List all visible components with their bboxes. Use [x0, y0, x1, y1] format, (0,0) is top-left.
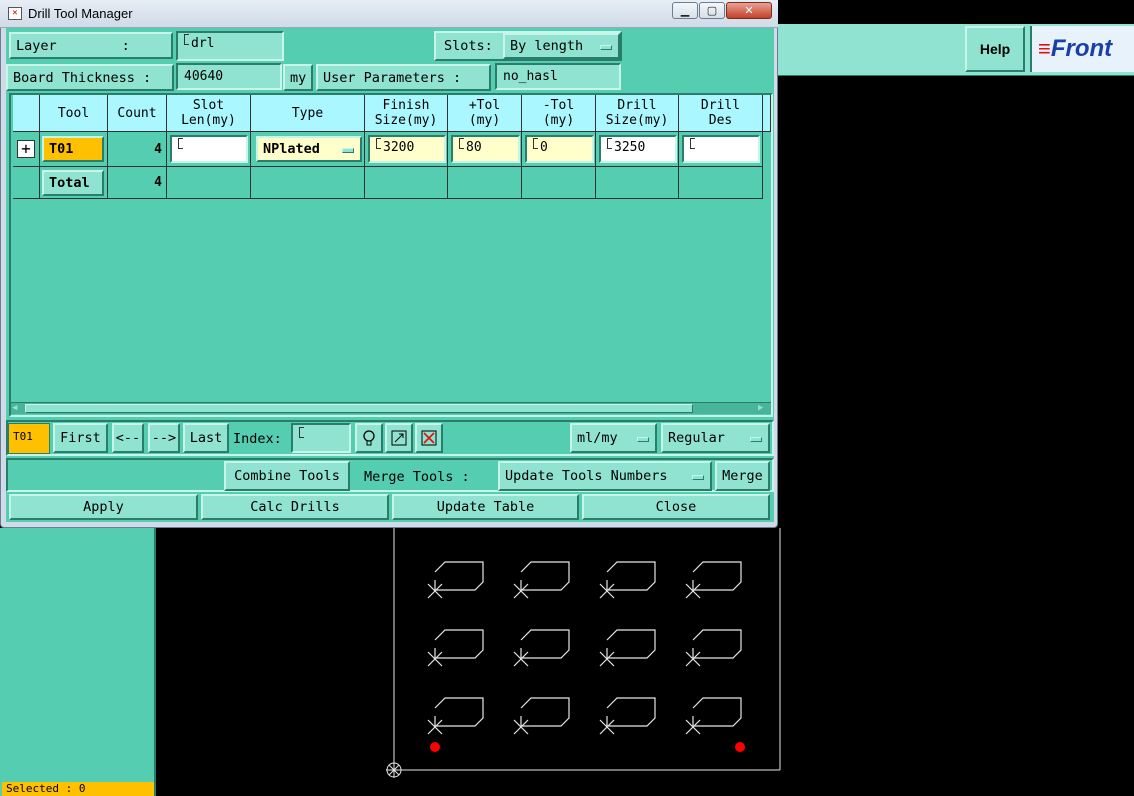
update-tools-numbers-dropdown[interactable]: Update Tools Numbers: [498, 461, 712, 491]
total-empty-3: [365, 167, 448, 199]
bulb-icon: [363, 430, 375, 446]
index-input[interactable]: [291, 423, 351, 453]
plus-tol-input[interactable]: 80: [451, 135, 520, 163]
total-label: Total: [42, 170, 104, 196]
header-tool[interactable]: Tool: [40, 95, 108, 132]
select-icon-button[interactable]: [385, 423, 413, 453]
header-blank[interactable]: [13, 95, 40, 132]
frontline-logo: ≡ Front: [1030, 26, 1134, 72]
index-label: Index:: [233, 431, 282, 447]
user-parameters-field[interactable]: no_hasl: [495, 63, 621, 90]
apply-button[interactable]: Apply: [9, 494, 198, 520]
total-empty-6: [596, 167, 679, 199]
background-left-panel: [0, 528, 156, 796]
slot-shape[interactable]: [513, 561, 570, 599]
close-window-button[interactable]: ✕: [726, 2, 772, 19]
clear-icon: [421, 430, 437, 446]
layer-field[interactable]: drl: [176, 31, 284, 61]
total-empty-4: [448, 167, 522, 199]
expand-icon[interactable]: +: [17, 140, 35, 158]
thickness-unit: my: [283, 64, 313, 91]
header-plus-tol[interactable]: +Tol (my): [448, 95, 522, 132]
close-button[interactable]: Close: [582, 494, 770, 520]
layer-label: Layer :: [9, 32, 173, 59]
board-thickness-label: Board Thickness :: [6, 64, 174, 91]
chevron-down-icon: [750, 437, 762, 442]
total-empty-7: [679, 167, 763, 199]
header-finish-size[interactable]: Finish Size(my): [365, 95, 448, 132]
chevron-down-icon: [692, 475, 704, 480]
update-table-button[interactable]: Update Table: [392, 494, 579, 520]
total-count: 4: [108, 167, 167, 199]
slot-shape[interactable]: [599, 697, 656, 735]
header-count[interactable]: Count: [108, 95, 167, 132]
user-parameters-label: User Parameters :: [316, 64, 491, 91]
header-drill-des[interactable]: Drill Des: [679, 95, 763, 132]
merge-button[interactable]: Merge: [715, 461, 770, 491]
drill-size-input[interactable]: 3250: [599, 135, 677, 163]
current-tool-indicator: T01: [8, 423, 50, 454]
scrollbar-thumb[interactable]: [25, 404, 693, 413]
app-icon: ✕: [8, 7, 22, 20]
last-button[interactable]: Last: [183, 423, 229, 453]
slot-shape[interactable]: [599, 629, 656, 667]
maximize-button[interactable]: ▢: [699, 2, 725, 19]
type-dropdown[interactable]: NPlated: [256, 136, 362, 162]
bulb-icon-button[interactable]: [355, 423, 383, 453]
slot-shape[interactable]: [685, 629, 742, 667]
logo-text: Front: [1050, 35, 1113, 62]
units-dropdown[interactable]: ml/my: [570, 423, 657, 453]
window-title: Drill Tool Manager: [28, 6, 133, 21]
chevron-down-icon: [600, 45, 612, 50]
header-overflow: [763, 95, 771, 132]
count-cell: 4: [108, 132, 167, 167]
fiducial-pad-right: [735, 742, 745, 752]
slot-shape[interactable]: [685, 697, 742, 735]
title-bar[interactable]: ✕ Drill Tool Manager ▁ ▢ ✕: [0, 0, 778, 28]
chevron-down-icon: [637, 437, 649, 442]
status-bar: Selected : 0: [2, 782, 154, 796]
total-expand-cell: [13, 167, 40, 199]
header-minus-tol[interactable]: -Tol (my): [522, 95, 596, 132]
slots-dropdown[interactable]: By length: [503, 33, 620, 59]
slot-shape[interactable]: [427, 629, 484, 667]
board-canvas[interactable]: [156, 528, 1134, 796]
board-thickness-field[interactable]: 40640: [176, 63, 282, 90]
prev-button[interactable]: <--: [112, 423, 144, 453]
total-empty-1: [167, 167, 251, 199]
finish-size-input[interactable]: 3200: [368, 135, 446, 163]
slots-label: Slots:: [444, 38, 493, 54]
mode-dropdown[interactable]: Regular: [661, 423, 770, 453]
total-empty-5: [522, 167, 596, 199]
slot-shape[interactable]: [685, 561, 742, 599]
merge-tools-label: Merge Tools :: [364, 469, 470, 485]
first-button[interactable]: First: [53, 423, 108, 453]
minus-tol-input[interactable]: 0: [525, 135, 594, 163]
select-icon: [391, 430, 407, 446]
drill-des-input[interactable]: [682, 135, 760, 163]
slot-shape[interactable]: [599, 561, 656, 599]
help-button[interactable]: Help: [965, 26, 1025, 72]
slot-shape[interactable]: [513, 629, 570, 667]
clear-icon-button[interactable]: [415, 423, 443, 453]
tool-t01-button[interactable]: T01: [42, 136, 104, 162]
fiducial-pad-left: [430, 742, 440, 752]
header-type[interactable]: Type: [251, 95, 365, 132]
slot-len-input[interactable]: [170, 135, 248, 163]
chevron-down-icon: [342, 148, 354, 153]
logo-icon: ≡: [1038, 36, 1051, 61]
slot-shape[interactable]: [513, 697, 570, 735]
header-drill-size[interactable]: Drill Size(my): [596, 95, 679, 132]
next-button[interactable]: -->: [148, 423, 180, 453]
minimize-button[interactable]: ▁: [672, 2, 698, 19]
slot-shape[interactable]: [427, 697, 484, 735]
header-slot-len[interactable]: Slot Len(my): [167, 95, 251, 132]
calc-drills-button[interactable]: Calc Drills: [201, 494, 389, 520]
total-empty-2: [251, 167, 365, 199]
slot-shape[interactable]: [427, 561, 484, 599]
scroll-right-arrow-icon[interactable]: ▶: [758, 403, 770, 413]
origin-marker-icon: [386, 762, 402, 778]
scroll-left-arrow-icon[interactable]: ◀: [12, 403, 24, 413]
combine-tools-button[interactable]: Combine Tools: [224, 461, 350, 491]
